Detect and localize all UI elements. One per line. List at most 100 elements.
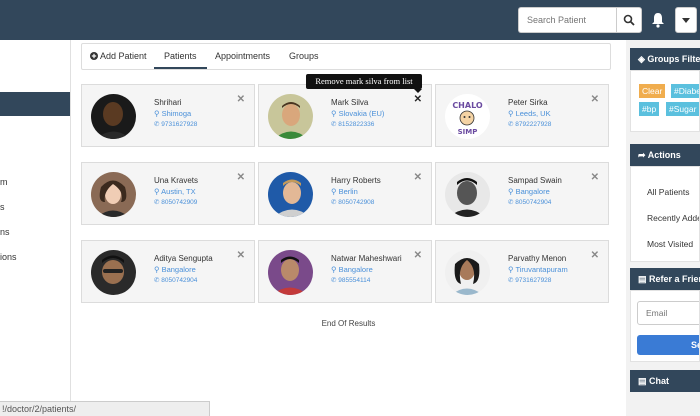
sidebar-item-4[interactable]: ions (0, 252, 17, 262)
svg-text:CHALO: CHALO (452, 101, 483, 110)
notifications-button[interactable] (649, 10, 667, 30)
patient-location-text: Bangalore (338, 265, 373, 274)
groups-filter-title: Groups Filter (647, 54, 700, 64)
patient-phone: ✆ 985554114 (331, 276, 370, 284)
doc-icon: ▤ (638, 274, 650, 284)
patient-phone-text: 8792227928 (515, 121, 552, 128)
patient-phone-text: 985554114 (338, 277, 371, 284)
patient-phone: ✆ 8050742904 (508, 198, 551, 206)
patient-phone-text: 8050742904 (515, 199, 552, 206)
refer-friend-header: ▤ Refer a Friend (630, 268, 700, 290)
patient-name[interactable]: Mark Silva (331, 98, 368, 107)
tab-appointments[interactable]: Appointments (215, 44, 270, 69)
caret-down-icon (682, 17, 690, 23)
patient-location: ⚲ Bangalore (154, 265, 196, 274)
patient-name[interactable]: Una Kravets (154, 176, 198, 185)
patient-name[interactable]: Aditya Sengupta (154, 254, 213, 263)
remove-patient-close-icon[interactable]: ✕ (237, 173, 245, 183)
avatar (445, 172, 490, 217)
remove-tooltip: Remove mark silva from list (306, 74, 422, 89)
patient-location-text: Shimoga (161, 109, 192, 118)
map-marker-icon: ⚲ (508, 187, 516, 196)
patient-location: ⚲ Shimoga (154, 109, 191, 118)
patient-phone: ✆ 8792227928 (508, 120, 551, 128)
sidebar-item-3[interactable]: ns (0, 227, 10, 237)
patient-card[interactable]: CHALO SIMP Peter Sirka ⚲ Leeds, UK ✆ 8792… (435, 84, 609, 147)
remove-patient-close-icon[interactable]: ✕ (237, 251, 245, 261)
patient-location-text: Berlin (338, 187, 358, 196)
tag-sugar[interactable]: #Sugar (666, 102, 699, 116)
patient-phone: ✆ 8050742909 (154, 198, 197, 206)
patient-card[interactable]: Una Kravets ⚲ Austin, TX ✆ 8050742909 ✕ (81, 162, 255, 225)
patient-phone: ✆ 8050742908 (331, 198, 374, 206)
map-marker-icon: ⚲ (331, 109, 339, 118)
tag-clear[interactable]: Clear (639, 84, 666, 98)
refer-friend-panel: Send (630, 290, 700, 362)
chat-title: Chat (649, 376, 670, 386)
tab-add-patient[interactable]: Add Patient (90, 44, 147, 69)
patient-card[interactable]: Parvathy Menon ⚲ Tiruvantapuram ✆ 973162… (435, 240, 609, 303)
tag-bp[interactable]: #bp (639, 102, 660, 116)
patient-location-text: Bangalore (161, 265, 196, 274)
tag-diabetes[interactable]: #Diabetes (671, 84, 699, 98)
action-most-visited[interactable]: Most Visited (647, 239, 693, 249)
patient-card[interactable]: Shrihari ⚲ Shimoga ✆ 9731627928 ✕ (81, 84, 255, 147)
tab-groups[interactable]: Groups (289, 44, 319, 69)
end-of-results: End Of Results (321, 319, 376, 328)
patient-location: ⚲ Bangalore (508, 187, 550, 196)
patient-card[interactable]: Natwar Maheshwari ⚲ Bangalore ✆ 98555411… (258, 240, 432, 303)
sidebar-item-2[interactable]: s (0, 202, 5, 212)
patient-phone: ✆ 8050742904 (154, 276, 197, 284)
chat-header[interactable]: ▤ Chat (630, 370, 700, 392)
patient-location: ⚲ Tiruvantapuram (508, 265, 568, 274)
patient-phone-text: 8050742908 (338, 199, 375, 206)
patient-location-text: Slovakia (EU) (338, 109, 385, 118)
remove-patient-close-icon[interactable]: ✕ (591, 251, 599, 261)
remove-patient-close-icon[interactable]: ✕ (414, 173, 422, 183)
action-recently-added[interactable]: Recently Added (647, 213, 699, 223)
patient-phone-text: 9731627928 (515, 277, 552, 284)
patient-card[interactable]: Harry Roberts ⚲ Berlin ✆ 8050742908 ✕ (258, 162, 432, 225)
patient-location: ⚲ Slovakia (EU) (331, 109, 384, 118)
user-menu-button[interactable] (675, 7, 697, 33)
refer-friend-title: Refer a Friend (649, 274, 700, 284)
tags-icon: ◈ (638, 54, 648, 64)
search-button[interactable] (616, 7, 642, 33)
patient-location-text: Tiruvantapuram (515, 265, 568, 274)
patient-phone-text: 9731627928 (161, 121, 198, 128)
patient-location-text: Bangalore (515, 187, 550, 196)
patient-name[interactable]: Harry Roberts (331, 176, 381, 185)
map-marker-icon: ⚲ (331, 265, 339, 274)
email-field[interactable] (637, 301, 699, 325)
avatar: CHALO SIMP (445, 94, 490, 139)
tooltip-arrow (414, 89, 422, 93)
patient-name[interactable]: Peter Sirka (508, 98, 548, 107)
patient-phone-text: 8152822336 (338, 121, 375, 128)
action-all-patients[interactable]: All Patients (647, 187, 690, 197)
patient-card[interactable]: Sampad Swain ⚲ Bangalore ✆ 8050742904 ✕ (435, 162, 609, 225)
patient-name[interactable]: Parvathy Menon (508, 254, 566, 263)
patient-card[interactable]: Mark Silva ⚲ Slovakia (EU) ✆ 8152822336 … (258, 84, 432, 147)
search-input[interactable] (518, 7, 617, 33)
map-marker-icon: ⚲ (508, 109, 516, 118)
map-marker-icon: ⚲ (331, 187, 339, 196)
sidebar-item-1[interactable]: m (0, 177, 8, 187)
remove-patient-close-icon[interactable]: ✕ (591, 95, 599, 105)
tab-patients[interactable]: Patients (154, 44, 207, 69)
patient-phone-text: 8050742904 (161, 277, 198, 284)
remove-patient-close-icon[interactable]: ✕ (237, 95, 245, 105)
remove-patient-close-icon[interactable]: ✕ (414, 95, 422, 105)
patient-name[interactable]: Natwar Maheshwari (331, 254, 402, 263)
send-button[interactable]: Send (637, 335, 699, 355)
patient-location-text: Leeds, UK (515, 109, 551, 118)
left-sidebar: m s ns ions (0, 40, 71, 416)
share-icon: ➦ (638, 150, 648, 160)
avatar (91, 172, 136, 217)
sidebar-item-active[interactable] (0, 92, 70, 116)
remove-patient-close-icon[interactable]: ✕ (414, 251, 422, 261)
patient-name[interactable]: Shrihari (154, 98, 182, 107)
actions-header: ➦ Actions (630, 144, 700, 166)
patient-name[interactable]: Sampad Swain (508, 176, 562, 185)
patient-card[interactable]: Aditya Sengupta ⚲ Bangalore ✆ 8050742904… (81, 240, 255, 303)
remove-patient-close-icon[interactable]: ✕ (591, 173, 599, 183)
